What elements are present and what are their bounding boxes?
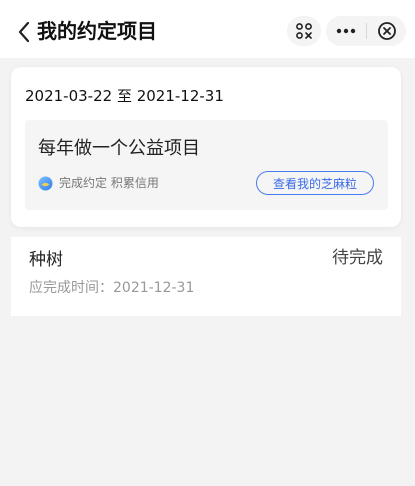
more-button[interactable]: [326, 16, 366, 46]
project-panel: 每年做一个公益项目 完成约定 积累信用 查看我的芝麻粒: [25, 120, 388, 210]
close-button[interactable]: [367, 16, 406, 46]
credit-badge-icon: [38, 176, 53, 190]
close-circle-icon: [377, 22, 396, 40]
task-row[interactable]: 种树 待完成 应完成时间：2021-12-31: [11, 237, 401, 316]
credit-row: 完成约定 积累信用: [38, 174, 159, 192]
page-title: 我的约定项目: [37, 19, 157, 43]
mini-program-capsule: [326, 16, 406, 46]
task-name: 种树: [29, 250, 63, 270]
nav-header: 我的约定项目: [0, 0, 415, 58]
date-range: 2021-03-22 至 2021-12-31: [25, 87, 224, 105]
view-zhima-button[interactable]: 查看我的芝麻粒: [256, 171, 374, 195]
project-title: 每年做一个公益项目: [38, 138, 200, 159]
task-status: 待完成: [332, 248, 383, 268]
more-dots-icon: [336, 28, 356, 34]
credit-text: 完成约定 积累信用: [59, 176, 159, 190]
commitment-card: 2021-03-22 至 2021-12-31 每年做一个公益项目 完成约定 积…: [11, 67, 401, 227]
scan-button[interactable]: [287, 16, 321, 46]
task-due-date: 应完成时间：2021-12-31: [29, 280, 195, 296]
scan-icon: [296, 23, 312, 39]
back-button[interactable]: [13, 20, 35, 44]
chevron-left-icon: [18, 21, 30, 43]
